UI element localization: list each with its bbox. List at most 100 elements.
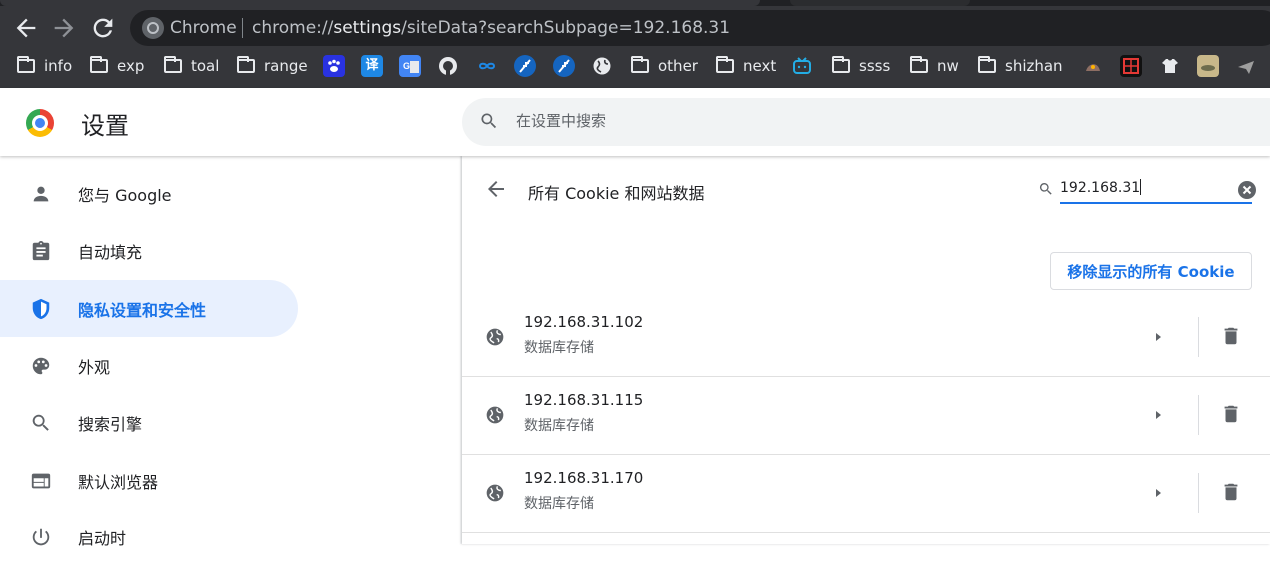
- sidebar-item-label: 搜索引擎: [78, 414, 143, 434]
- site-row[interactable]: 192.168.31.170 数据库存储: [462, 455, 1270, 533]
- background-tab-edge[interactable]: [790, 0, 970, 6]
- sidebar-item-autofill[interactable]: 自动填充: [0, 222, 298, 279]
- translate-bookmark-icon[interactable]: 译: [361, 55, 383, 77]
- bookmark-folder-range[interactable]: range: [237, 54, 308, 78]
- grid-bookmark-icon[interactable]: [1120, 55, 1142, 77]
- site-filter-input[interactable]: 192.168.31: [1060, 176, 1252, 204]
- text-cursor: [1140, 179, 1142, 195]
- bookmark-folder-other[interactable]: other: [631, 54, 698, 78]
- folder-icon: [164, 56, 182, 73]
- sidebar-item-appearance[interactable]: 外观: [0, 337, 298, 394]
- site-storage-type: 数据库存储: [524, 418, 594, 434]
- chevron-right-icon[interactable]: [1150, 407, 1166, 423]
- site-info-icon[interactable]: [142, 17, 164, 39]
- site-storage-type: 数据库存储: [524, 340, 594, 356]
- settings-search-input[interactable]: [516, 112, 1116, 130]
- folder-icon: [716, 56, 734, 73]
- row-divider: [1198, 473, 1199, 513]
- globe-icon: [486, 484, 504, 502]
- search-icon: [481, 113, 497, 129]
- bookmark-label: toal: [191, 57, 220, 75]
- search-icon: [1039, 183, 1052, 195]
- sidebar-item-label: 默认浏览器: [78, 472, 159, 492]
- sidebar-item-label: 您与 Google: [78, 185, 172, 205]
- active-tab-edge[interactable]: [0, 0, 760, 6]
- bookmark-label: other: [658, 57, 698, 75]
- feather-icon: [558, 59, 570, 73]
- subpage-title: 所有 Cookie 和网站数据: [528, 184, 705, 203]
- sidebar-item-search-engine[interactable]: 搜索引擎: [0, 394, 298, 451]
- trash-icon[interactable]: [1220, 325, 1242, 347]
- folder-icon: [631, 56, 649, 73]
- grid-icon: [1123, 58, 1139, 74]
- site-storage-type: 数据库存储: [524, 496, 594, 512]
- chevron-right-icon[interactable]: [1150, 329, 1166, 345]
- sidebar-item-privacy-security[interactable]: 隐私设置和安全性: [0, 280, 298, 337]
- reload-button[interactable]: [89, 14, 117, 42]
- sidebar-item-label: 隐私设置和安全性: [78, 300, 207, 320]
- baidu-bookmark-icon[interactable]: [323, 55, 345, 77]
- globe-icon: [593, 57, 611, 75]
- site-data-card: 所有 Cookie 和网站数据 192.168.31 移除显示的所有 Cooki…: [462, 156, 1270, 544]
- bookmark-label: exp: [117, 57, 145, 75]
- back-arrow-icon[interactable]: [484, 177, 508, 201]
- feather-bookmark-icon-2[interactable]: [553, 55, 575, 77]
- settings-header: 设置: [0, 88, 1270, 156]
- folder-icon: [978, 56, 996, 73]
- sidebar-item-label: 外观: [78, 357, 111, 377]
- site-row[interactable]: 192.168.31.102 数据库存储: [462, 299, 1270, 377]
- bookmark-label: info: [44, 57, 73, 75]
- browser-icon: [31, 473, 51, 488]
- site-host: 192.168.31.102: [524, 313, 644, 331]
- url-separator: [242, 18, 243, 38]
- folder-icon: [237, 56, 255, 73]
- bookmark-folder-exp[interactable]: exp: [90, 54, 144, 78]
- globe-bookmark-icon[interactable]: [591, 55, 613, 77]
- folder-icon: [17, 56, 35, 73]
- arrow-left-icon: [16, 18, 36, 38]
- sidebar-item-on-startup[interactable]: 启动时: [0, 508, 298, 565]
- forward-button[interactable]: [50, 14, 78, 42]
- url-prefix: chrome://: [252, 18, 334, 38]
- sidebar-item-you-and-google[interactable]: 您与 Google: [0, 165, 298, 222]
- bookmark-folder-shizhan[interactable]: shizhan: [978, 54, 1063, 78]
- github-icon: [439, 57, 457, 75]
- github-bookmark-icon[interactable]: [437, 55, 459, 77]
- shirt-bookmark-icon[interactable]: [1159, 55, 1181, 77]
- clear-search-button[interactable]: [1238, 181, 1256, 199]
- palette-icon: [32, 357, 50, 374]
- feather-bookmark-icon[interactable]: [514, 55, 536, 77]
- hat-bookmark-icon[interactable]: [1082, 55, 1104, 77]
- cloud-bookmark-icon[interactable]: [476, 55, 498, 77]
- sidebar-item-label: 自动填充: [78, 242, 143, 262]
- url-text[interactable]: chrome://settings/siteData?searchSubpage…: [252, 18, 730, 38]
- bookmark-folder-toal[interactable]: toal: [164, 54, 219, 78]
- bookmark-label: range: [264, 57, 308, 75]
- bookmark-folder-next[interactable]: next: [716, 54, 776, 78]
- chevron-right-icon[interactable]: [1150, 485, 1166, 501]
- bookmark-folder-nw[interactable]: nw: [910, 54, 959, 78]
- trash-icon[interactable]: [1220, 481, 1242, 503]
- plane-bookmark-icon[interactable]: [1235, 55, 1257, 77]
- settings-main: 所有 Cookie 和网站数据 192.168.31 移除显示的所有 Cooki…: [460, 156, 1270, 544]
- picture-icon: [1201, 65, 1215, 71]
- bilibili-bookmark-icon[interactable]: [791, 55, 813, 77]
- svg-text:G: G: [403, 61, 410, 71]
- image-bookmark-icon[interactable]: [1197, 55, 1219, 77]
- google-translate-bookmark-icon[interactable]: G: [399, 55, 421, 77]
- folder-icon: [910, 56, 928, 73]
- shield-icon: [32, 298, 50, 319]
- bookmark-label: nw: [937, 57, 959, 75]
- bookmark-label: shizhan: [1005, 57, 1063, 75]
- site-row[interactable]: 192.168.31.115 数据库存储: [462, 377, 1270, 455]
- settings-search-box[interactable]: [462, 98, 1270, 146]
- back-button[interactable]: [12, 14, 40, 42]
- address-bar[interactable]: Chrome chrome://settings/siteData?search…: [130, 10, 1270, 46]
- trash-icon[interactable]: [1220, 403, 1242, 425]
- feather-icon: [519, 59, 531, 73]
- paw-icon: [328, 59, 340, 72]
- bookmark-folder-info[interactable]: info: [17, 54, 72, 78]
- remove-all-shown-button[interactable]: 移除显示的所有 Cookie: [1050, 252, 1252, 290]
- sidebar-item-default-browser[interactable]: 默认浏览器: [0, 452, 298, 509]
- bookmark-folder-ssss[interactable]: ssss: [832, 54, 890, 78]
